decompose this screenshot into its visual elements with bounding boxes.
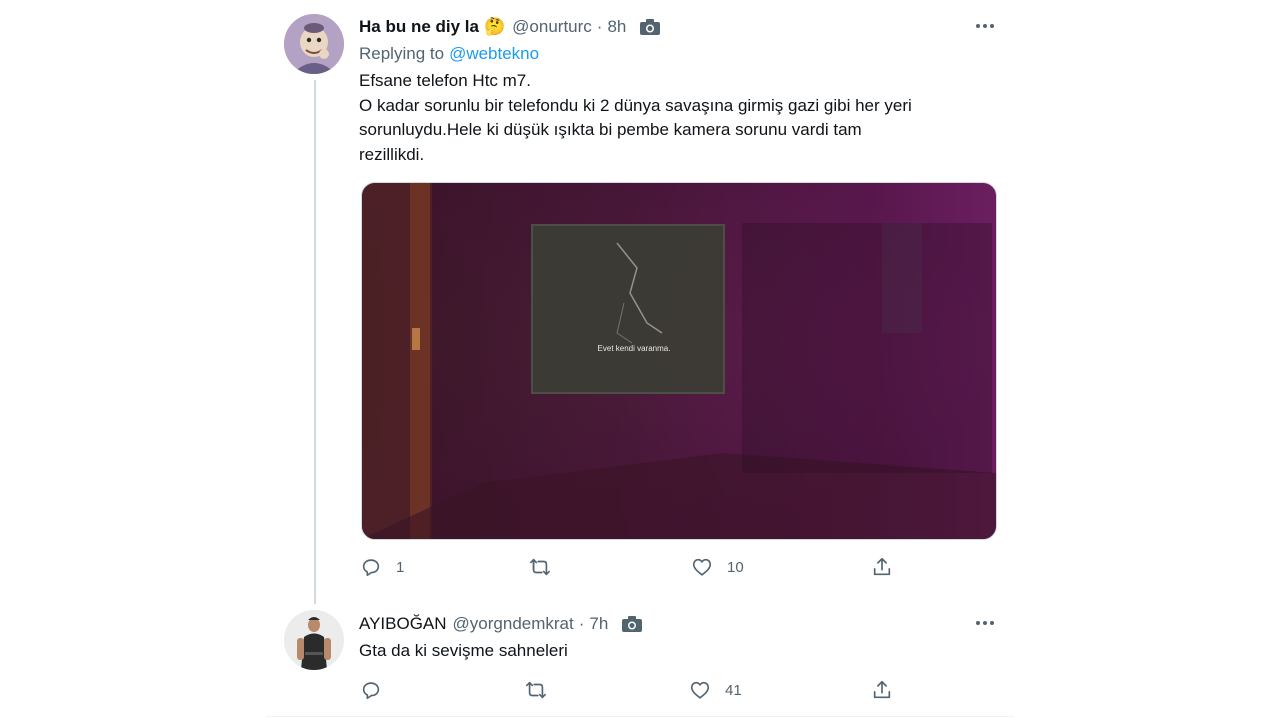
replying-to-label: Replying to	[359, 44, 445, 63]
camera-icon	[640, 19, 661, 35]
display-name[interactable]: Ha bu ne diy la	[359, 17, 479, 37]
like-icon	[690, 681, 710, 699]
share-button[interactable]	[871, 679, 893, 701]
like-count: 10	[727, 558, 744, 576]
retweet-icon	[530, 558, 550, 576]
tweet-text-line: sorunluydu.Hele ki düşük ışıkta bi pembe…	[359, 120, 862, 139]
tweet-media-photo[interactable]: Evet kendi varanma.	[361, 182, 997, 540]
reply-button[interactable]: 1	[360, 556, 404, 578]
timestamp[interactable]: 7h	[589, 614, 608, 634]
tweet-text-line: Efsane telefon Htc m7.	[359, 71, 531, 90]
share-icon	[873, 680, 891, 699]
tweet-text-line: rezillikdi.	[359, 144, 425, 164]
like-button[interactable]: 10	[691, 556, 744, 578]
like-button[interactable]: 41	[689, 679, 742, 701]
like-count: 41	[725, 681, 742, 699]
handle[interactable]: @yorgndemkrat	[453, 614, 574, 634]
more-icon[interactable]	[976, 621, 994, 625]
tweet-text: Efsane telefon Htc m7. O kadar sorunlu b…	[359, 69, 999, 167]
reply-button[interactable]	[360, 679, 382, 701]
more-icon[interactable]	[976, 24, 994, 28]
like-icon	[692, 558, 712, 576]
separator: ·	[596, 17, 603, 36]
display-name[interactable]: AYIBOĞAN	[359, 614, 447, 634]
thinking-emoji: 🤔	[483, 17, 506, 36]
camera-icon	[622, 616, 643, 632]
reply-count: 1	[396, 558, 405, 576]
avatar[interactable]	[284, 14, 344, 74]
reply-icon	[362, 682, 380, 700]
replying-to-link[interactable]: @webtekno	[449, 44, 539, 64]
reply-icon	[362, 559, 380, 577]
media-caption: Evet kendi varanma.	[597, 344, 671, 353]
divider	[266, 716, 1014, 717]
handle[interactable]: @onurturc	[512, 17, 592, 37]
retweet-button[interactable]	[525, 679, 547, 701]
tweet-text-line: O kadar sorunlu bir telefondu ki 2 dünya…	[359, 95, 912, 115]
share-icon	[873, 557, 891, 576]
tweet-text: Gta da ki sevişme sahneleri	[359, 641, 568, 660]
avatar[interactable]	[284, 610, 344, 670]
separator: ·	[578, 614, 585, 633]
retweet-button[interactable]	[529, 556, 551, 578]
share-button[interactable]	[871, 556, 893, 578]
retweet-icon	[526, 681, 546, 699]
thread-line	[314, 80, 316, 604]
timestamp[interactable]: 8h	[607, 17, 626, 37]
